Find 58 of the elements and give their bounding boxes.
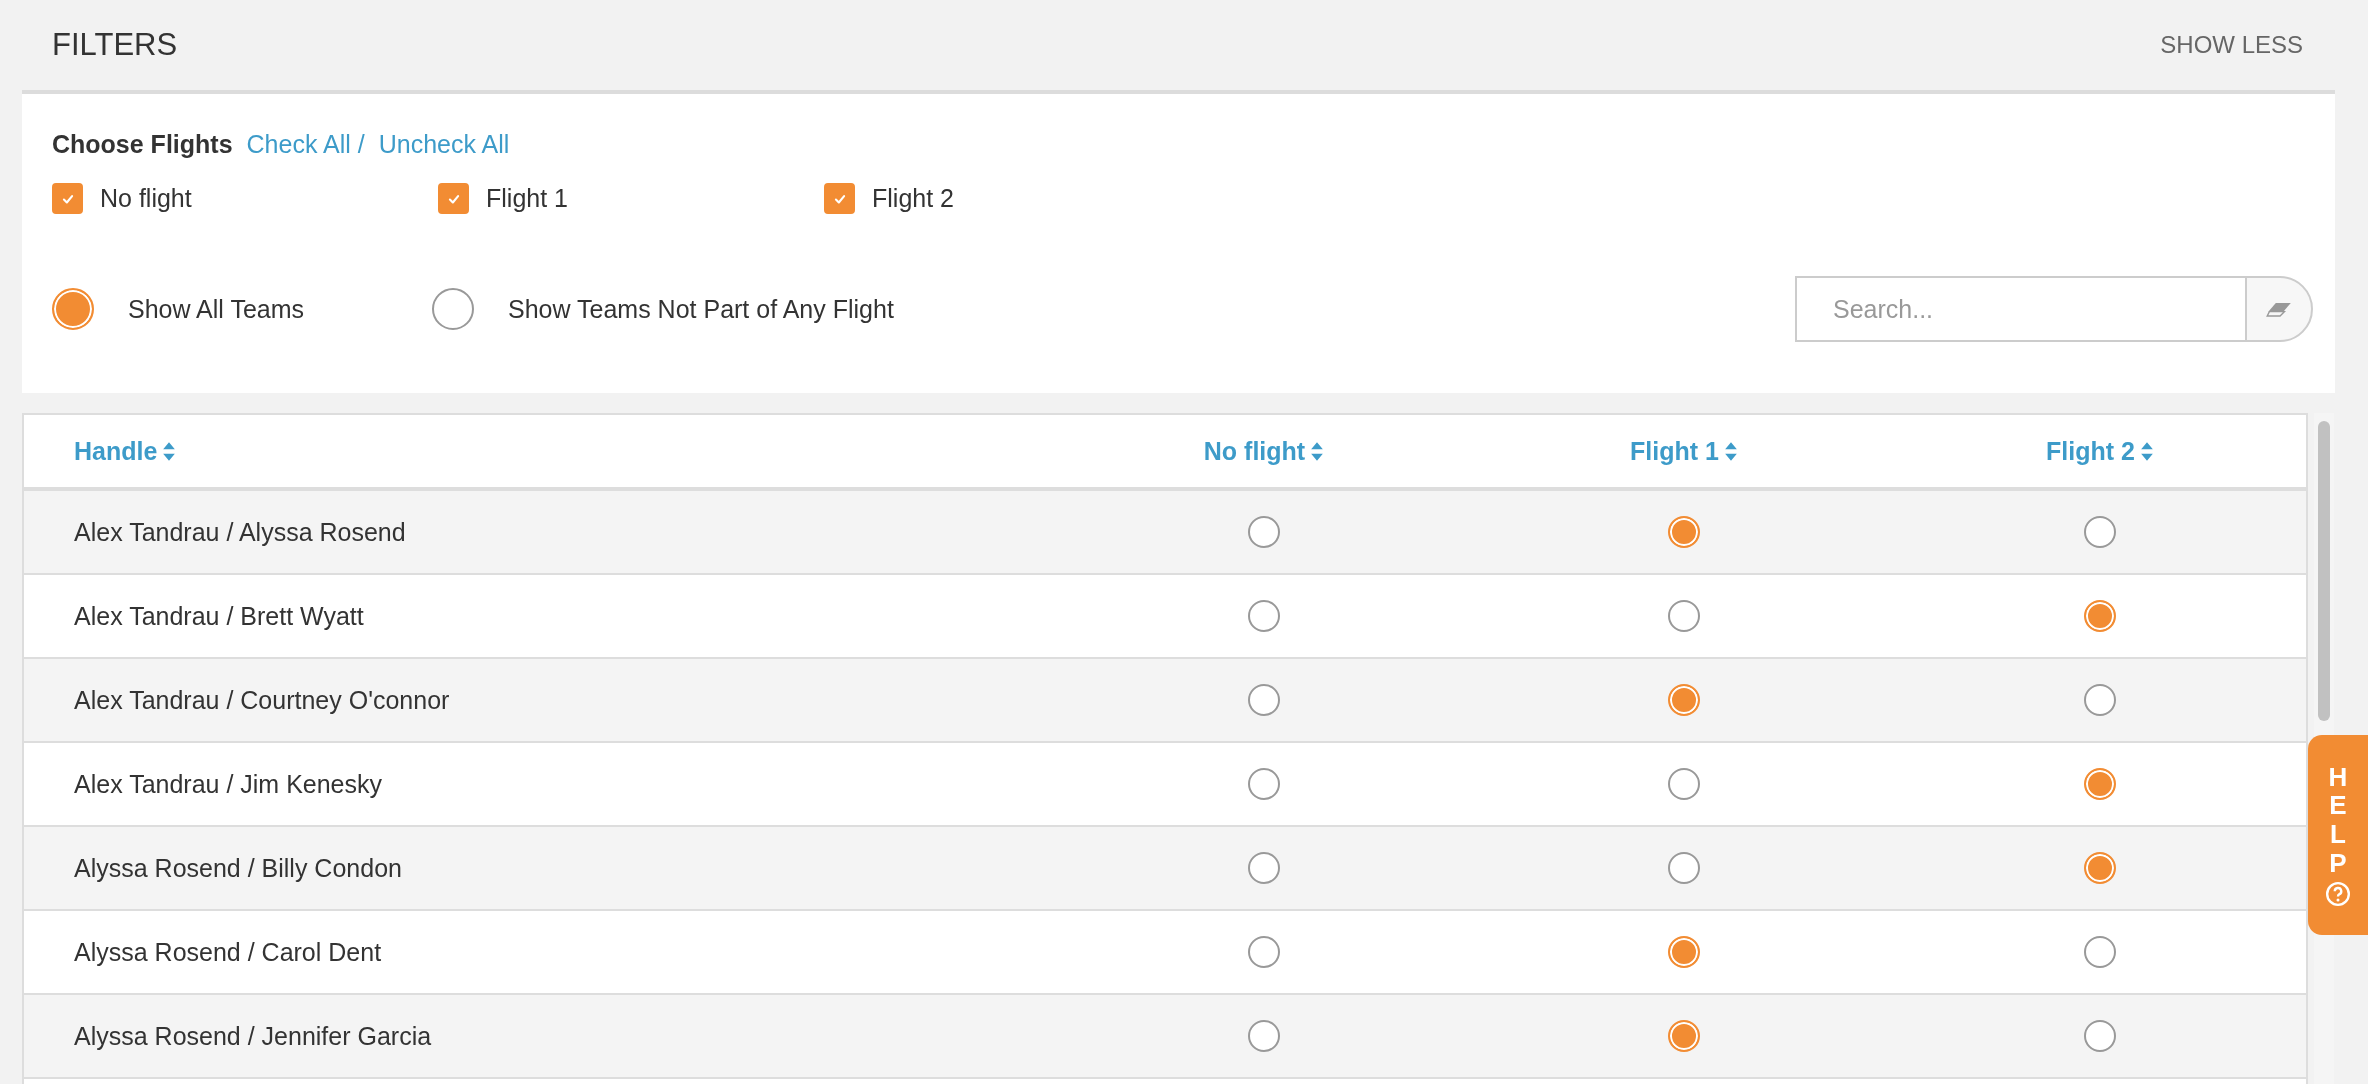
radio-button[interactable]	[2084, 852, 2116, 884]
choose-flights-label: Choose Flights	[52, 130, 233, 159]
checkbox[interactable]	[52, 183, 83, 214]
eraser-icon	[2266, 301, 2292, 317]
handle-cell: Alex Tandrau / Courtney O'connor	[74, 685, 450, 715]
radio-button[interactable]	[1248, 936, 1280, 968]
checkbox-label: Flight 1	[486, 184, 568, 213]
radio-button[interactable]	[1248, 768, 1280, 800]
radio-button[interactable]	[1248, 600, 1280, 632]
column-header[interactable]: Handle	[74, 436, 177, 466]
radio-button[interactable]	[432, 288, 474, 330]
radio-button[interactable]	[2084, 516, 2116, 548]
radio-button[interactable]	[1248, 1020, 1280, 1052]
show-less-link[interactable]: SHOW LESS	[2160, 31, 2303, 59]
radio-button[interactable]	[1248, 684, 1280, 716]
sort-icon	[1310, 440, 1325, 462]
clear-search-button[interactable]	[2245, 276, 2313, 342]
radio-button[interactable]	[2084, 684, 2116, 716]
scrollbar-thumb[interactable]	[2318, 421, 2330, 721]
checkbox-label: No flight	[100, 184, 192, 213]
radio-button[interactable]	[2084, 1020, 2116, 1052]
radio-button[interactable]	[1248, 852, 1280, 884]
help-tab[interactable]: HELP	[2308, 735, 2368, 935]
check-all-link[interactable]: Check All /	[246, 130, 365, 159]
sort-icon	[2139, 440, 2154, 462]
sort-icon	[162, 440, 177, 462]
handle-cell: Alyssa Rosend / Jennifer Garcia	[74, 1021, 432, 1051]
radio-button[interactable]	[1668, 684, 1700, 716]
column-header[interactable]: Flight 2	[2046, 436, 2154, 466]
checkbox-label: Flight 2	[872, 184, 954, 213]
help-label: HELP	[2327, 762, 2349, 878]
radio-button[interactable]	[1668, 936, 1700, 968]
handle-cell: Alex Tandrau / Alyssa Rosend	[74, 517, 406, 547]
search-field[interactable]: Search...	[1795, 276, 2245, 342]
handle-cell: Alex Tandrau / Jim Kenesky	[74, 769, 383, 799]
radio-button[interactable]	[52, 288, 94, 330]
radio-button[interactable]	[1668, 600, 1700, 632]
radio-label: Show All Teams	[128, 294, 304, 324]
column-header[interactable]: Flight 1	[1630, 436, 1738, 466]
handle-cell: Alex Tandrau / Brett Wyatt	[74, 601, 364, 631]
help-icon	[2325, 881, 2351, 908]
radio-button[interactable]	[1668, 768, 1700, 800]
handle-cell: Alyssa Rosend / Carol Dent	[74, 937, 382, 967]
radio-button[interactable]	[1668, 516, 1700, 548]
radio-label: Show Teams Not Part of Any Flight	[508, 294, 894, 324]
checkbox[interactable]	[824, 183, 855, 214]
column-header[interactable]: No flight	[1203, 436, 1325, 466]
radio-button[interactable]	[1668, 1020, 1700, 1052]
sort-icon	[1723, 440, 1738, 462]
checkbox[interactable]	[438, 183, 469, 214]
filters-title: FILTERS	[52, 27, 178, 63]
radio-button[interactable]	[1248, 516, 1280, 548]
radio-button[interactable]	[2084, 600, 2116, 632]
radio-button[interactable]	[2084, 936, 2116, 968]
handle-cell: Alyssa Rosend / Billy Condon	[74, 853, 402, 883]
radio-button[interactable]	[1668, 852, 1700, 884]
uncheck-all-link[interactable]: Uncheck All	[378, 130, 510, 159]
radio-button[interactable]	[2084, 768, 2116, 800]
